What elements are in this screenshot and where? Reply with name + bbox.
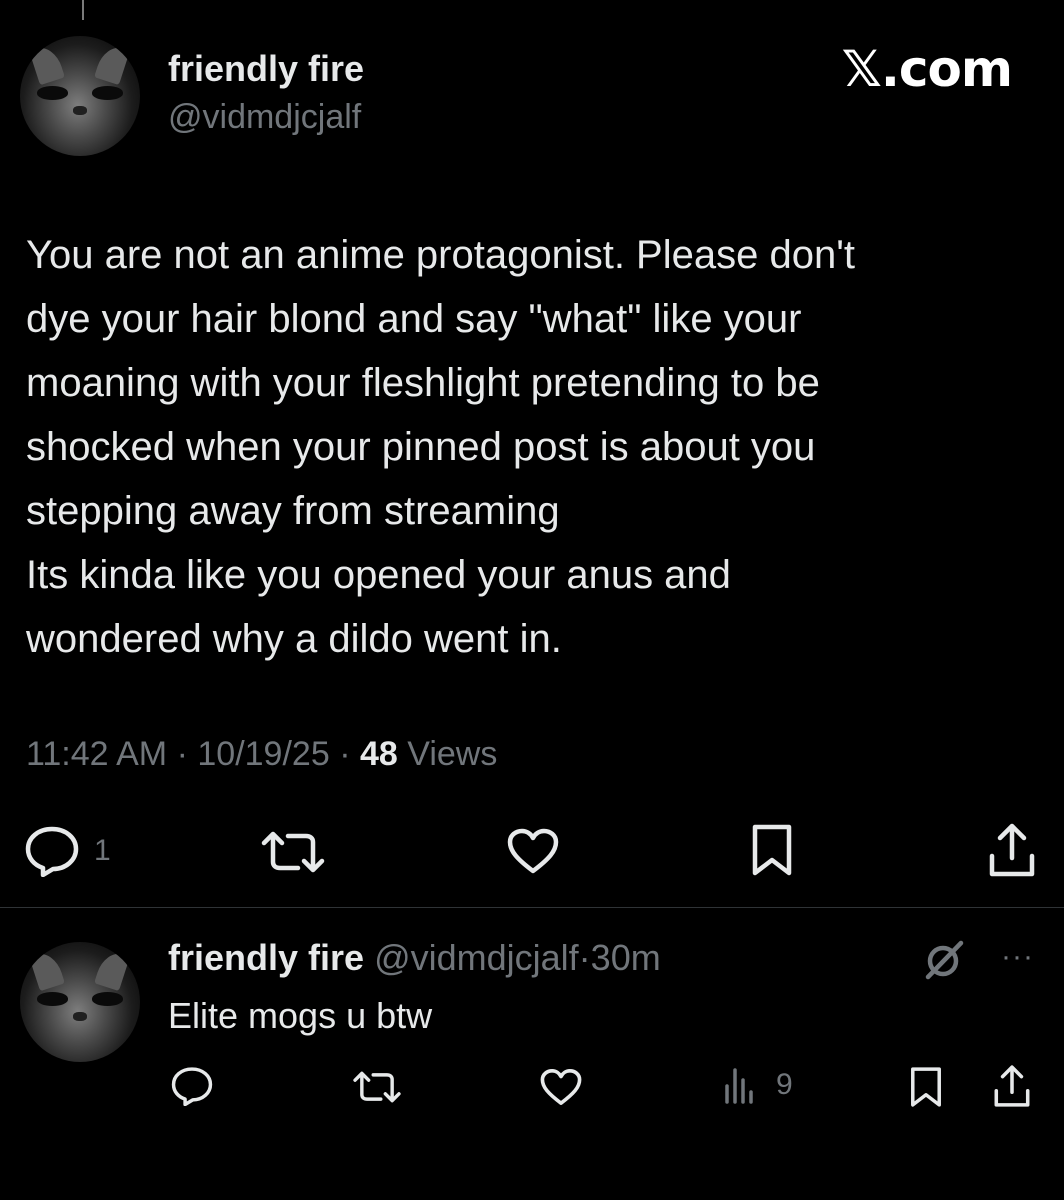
reply-avatar[interactable] — [20, 942, 140, 1062]
reply-bookmark-button[interactable] — [909, 1066, 943, 1108]
author-handle[interactable]: @vidmdjcjalf — [168, 98, 361, 137]
share-icon — [989, 823, 1035, 877]
reply-count: 1 — [94, 834, 111, 867]
divider — [0, 907, 1064, 908]
analytics-icon — [725, 1068, 753, 1104]
bookmark-button[interactable] — [751, 823, 793, 877]
retweet-icon — [261, 831, 325, 873]
avatar-ear — [94, 42, 131, 85]
grok-icon — [925, 940, 964, 980]
retweet-button[interactable] — [260, 830, 326, 874]
bookmark-icon — [752, 824, 792, 876]
comment-icon — [25, 826, 79, 877]
views-label: Views — [407, 735, 498, 773]
tweet-date[interactable]: 10/19/25 — [197, 735, 329, 773]
reply-like-button[interactable] — [540, 1068, 582, 1106]
more-options-button[interactable]: ··· — [1001, 940, 1034, 974]
tweet-meta: 11:42 AM · 10/19/25 · 48 Views — [26, 735, 497, 774]
bookmark-icon — [911, 1067, 941, 1107]
meta-separator: · — [176, 735, 188, 773]
share-button[interactable] — [988, 822, 1036, 878]
like-button[interactable] — [507, 828, 559, 874]
thread-line — [82, 0, 84, 20]
heart-icon — [507, 828, 559, 874]
reply-author-name[interactable]: friendly fire — [168, 937, 364, 978]
avatar-ear — [29, 42, 66, 85]
reply-text: Elite mogs u btw — [168, 995, 433, 1036]
avatar-ear — [29, 948, 66, 991]
avatar-eye — [36, 86, 68, 100]
reply-button[interactable]: 1 — [24, 825, 111, 877]
comment-icon — [171, 1067, 213, 1106]
avatar-eye — [36, 992, 68, 1006]
share-icon — [994, 1065, 1030, 1107]
heart-icon — [540, 1069, 582, 1105]
reply-retweet-button[interactable] — [352, 1070, 402, 1104]
reply-header: friendly fire @vidmdjcjalf·30m — [168, 937, 661, 979]
avatar-nose — [72, 105, 88, 116]
avatar-nose — [72, 1011, 88, 1022]
reply-views-button[interactable]: 9 — [724, 1066, 793, 1104]
avatar-eye — [92, 86, 124, 100]
tweet-text: You are not an anime protagonist. Please… — [26, 233, 855, 661]
reply-views-count: 9 — [776, 1068, 793, 1101]
reply-author-handle[interactable]: @vidmdjcjalf — [374, 937, 579, 978]
meta-separator: · — [339, 735, 351, 773]
avatar[interactable] — [20, 36, 140, 156]
grok-button[interactable] — [923, 940, 965, 980]
author-name[interactable]: friendly fire — [168, 48, 364, 90]
reply-share-button[interactable] — [993, 1064, 1031, 1108]
avatar-eye — [92, 992, 124, 1006]
x-brand-watermark: 𝕏.com — [841, 40, 1013, 98]
avatar-ear — [94, 948, 131, 991]
reply-reply-button[interactable] — [170, 1066, 214, 1106]
reply-separator: · — [578, 937, 591, 978]
tweet-time[interactable]: 11:42 AM — [26, 735, 167, 773]
reply-time[interactable]: 30m — [591, 937, 661, 978]
retweet-icon — [353, 1071, 401, 1103]
views-count: 48 — [359, 735, 398, 773]
